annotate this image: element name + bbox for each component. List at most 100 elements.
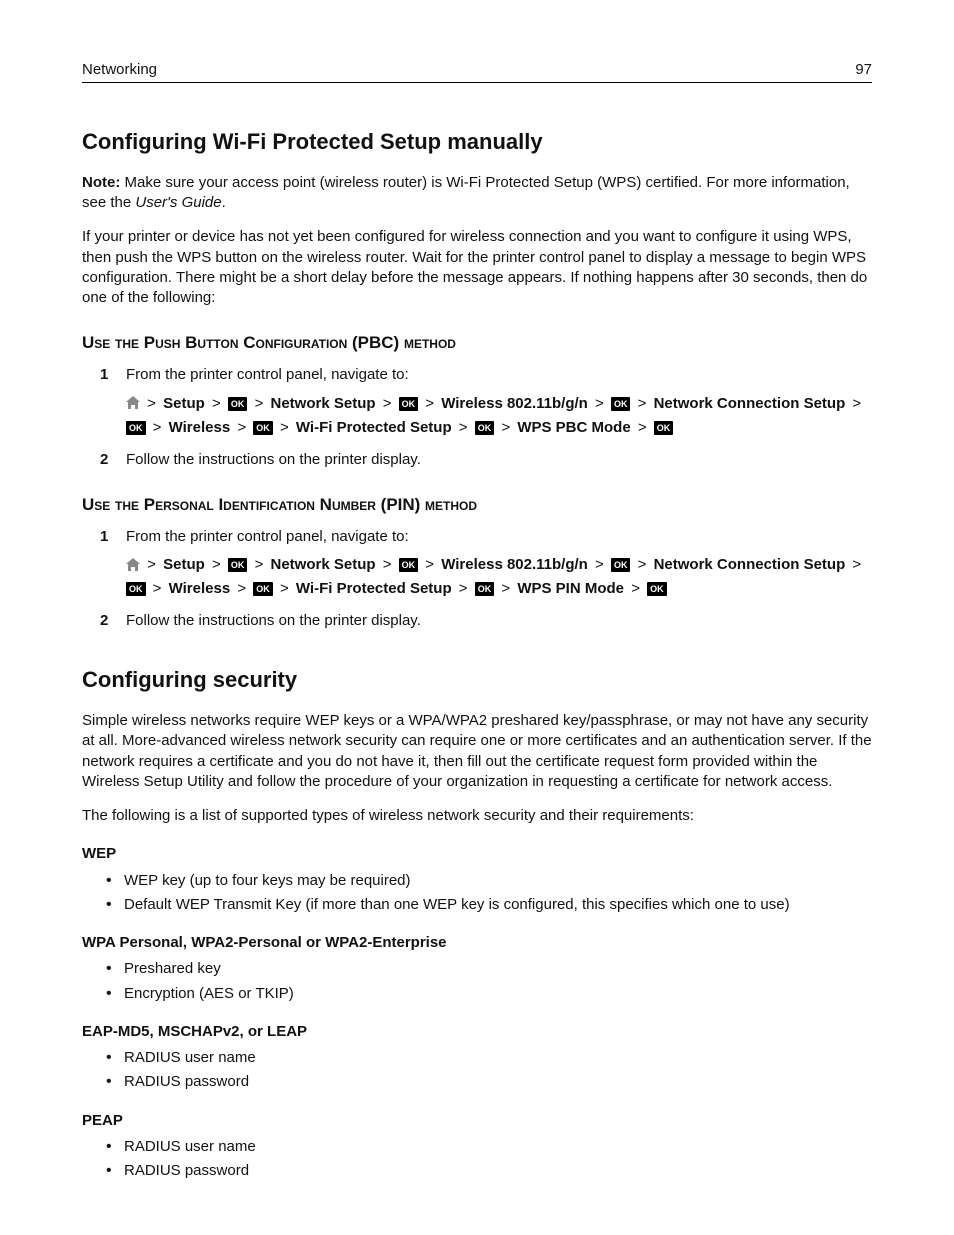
list-item: Default WEP Transmit Key (if more than o… <box>106 895 872 915</box>
path-wireless: Wireless <box>169 419 231 436</box>
path-network-setup: Network Setup <box>271 395 376 412</box>
chevron-right-icon: > <box>638 392 647 416</box>
ok-icon: OK <box>399 397 419 411</box>
chevron-right-icon: > <box>153 416 162 440</box>
chevron-right-icon: > <box>425 553 434 577</box>
chevron-right-icon: > <box>638 416 647 440</box>
path-network-setup: Network Setup <box>271 556 376 573</box>
security-p1: Simple wireless networks require WEP key… <box>82 711 872 792</box>
ok-icon: OK <box>126 421 146 435</box>
ok-icon: OK <box>399 558 419 572</box>
step-text: Follow the instructions on the printer d… <box>126 612 421 629</box>
chevron-right-icon: > <box>383 392 392 416</box>
wpa-list: Preshared key Encryption (AES or TKIP) <box>106 959 872 1004</box>
chevron-right-icon: > <box>595 553 604 577</box>
path-ncs: Network Connection Setup <box>654 395 846 412</box>
ok-icon: OK <box>654 421 674 435</box>
chevron-right-icon: > <box>237 577 246 601</box>
heading-wep: WEP <box>82 844 872 864</box>
heading-eap: EAP-MD5, MSCHAPv2, or LEAP <box>82 1022 872 1042</box>
chevron-right-icon: > <box>852 553 861 577</box>
home-icon <box>126 396 140 409</box>
ok-icon: OK <box>228 558 248 572</box>
pin-step-2: 2 Follow the instructions on the printer… <box>100 611 872 631</box>
heading-pbc: Use the Push Button Configuration (PBC) … <box>82 332 872 355</box>
path-setup: Setup <box>163 556 205 573</box>
page-header: Networking 97 <box>82 60 872 83</box>
path-wireless-band: Wireless 802.11b/g/n <box>441 556 588 573</box>
note-paragraph: Note: Make sure your access point (wirel… <box>82 173 872 214</box>
ok-icon: OK <box>126 582 146 596</box>
step-text: From the printer control panel, navigate… <box>126 528 409 545</box>
peap-list: RADIUS user name RADIUS password <box>106 1137 872 1182</box>
step-number: 2 <box>100 450 108 470</box>
list-item: WEP key (up to four keys may be required… <box>106 871 872 891</box>
path-wireless: Wireless <box>169 580 231 597</box>
list-item: RADIUS user name <box>106 1137 872 1157</box>
ok-icon: OK <box>475 582 495 596</box>
step-text: Follow the instructions on the printer d… <box>126 451 421 468</box>
heading-wps-manual: Configuring Wi-Fi Protected Setup manual… <box>82 127 872 157</box>
ok-icon: OK <box>253 421 273 435</box>
chevron-right-icon: > <box>212 553 221 577</box>
step-number: 1 <box>100 527 108 547</box>
chevron-right-icon: > <box>280 416 289 440</box>
chevron-right-icon: > <box>595 392 604 416</box>
chevron-right-icon: > <box>459 416 468 440</box>
list-item: Encryption (AES or TKIP) <box>106 984 872 1004</box>
ok-icon: OK <box>228 397 248 411</box>
home-icon <box>126 558 140 571</box>
eap-list: RADIUS user name RADIUS password <box>106 1048 872 1093</box>
list-item: RADIUS user name <box>106 1048 872 1068</box>
path-ncs: Network Connection Setup <box>654 556 846 573</box>
heading-wpa: WPA Personal, WPA2-Personal or WPA2-Ente… <box>82 933 872 953</box>
path-mode: WPS PIN Mode <box>517 580 624 597</box>
wps-intro: If your printer or device has not yet be… <box>82 227 872 308</box>
users-guide-reference: User's Guide <box>135 194 221 211</box>
heading-peap: PEAP <box>82 1111 872 1131</box>
ok-icon: OK <box>647 582 667 596</box>
step-number: 1 <box>100 365 108 385</box>
security-p2: The following is a list of supported typ… <box>82 806 872 826</box>
pin-nav-path: > Setup > OK > Network Setup > OK > Wire… <box>126 553 872 601</box>
chevron-right-icon: > <box>459 577 468 601</box>
chevron-right-icon: > <box>255 553 264 577</box>
path-wireless-band: Wireless 802.11b/g/n <box>441 395 588 412</box>
path-wps: Wi-Fi Protected Setup <box>296 419 452 436</box>
chevron-right-icon: > <box>153 577 162 601</box>
path-mode: WPS PBC Mode <box>517 419 630 436</box>
chevron-right-icon: > <box>383 553 392 577</box>
header-page-number: 97 <box>855 60 872 80</box>
pin-steps: 1 From the printer control panel, naviga… <box>100 527 872 632</box>
chevron-right-icon: > <box>501 416 510 440</box>
path-wps: Wi-Fi Protected Setup <box>296 580 452 597</box>
list-item: RADIUS password <box>106 1161 872 1181</box>
chevron-right-icon: > <box>212 392 221 416</box>
chevron-right-icon: > <box>631 577 640 601</box>
pbc-steps: 1 From the printer control panel, naviga… <box>100 365 872 470</box>
chevron-right-icon: > <box>638 553 647 577</box>
step-number: 2 <box>100 611 108 631</box>
note-label: Note: <box>82 174 120 191</box>
chevron-right-icon: > <box>147 553 156 577</box>
chevron-right-icon: > <box>255 392 264 416</box>
wep-list: WEP key (up to four keys may be required… <box>106 871 872 916</box>
chevron-right-icon: > <box>147 392 156 416</box>
ok-icon: OK <box>475 421 495 435</box>
list-item: RADIUS password <box>106 1072 872 1092</box>
pbc-step-2: 2 Follow the instructions on the printer… <box>100 450 872 470</box>
chevron-right-icon: > <box>852 392 861 416</box>
step-text: From the printer control panel, navigate… <box>126 366 409 383</box>
pin-step-1: 1 From the printer control panel, naviga… <box>100 527 872 601</box>
chevron-right-icon: > <box>501 577 510 601</box>
path-setup: Setup <box>163 395 205 412</box>
list-item: Preshared key <box>106 959 872 979</box>
heading-pin: Use the Personal Identification Number (… <box>82 494 872 517</box>
pbc-nav-path: > Setup > OK > Network Setup > OK > Wire… <box>126 392 872 440</box>
heading-configuring-security: Configuring security <box>82 665 872 695</box>
header-section: Networking <box>82 60 157 80</box>
ok-icon: OK <box>611 397 631 411</box>
chevron-right-icon: > <box>425 392 434 416</box>
ok-icon: OK <box>253 582 273 596</box>
ok-icon: OK <box>611 558 631 572</box>
